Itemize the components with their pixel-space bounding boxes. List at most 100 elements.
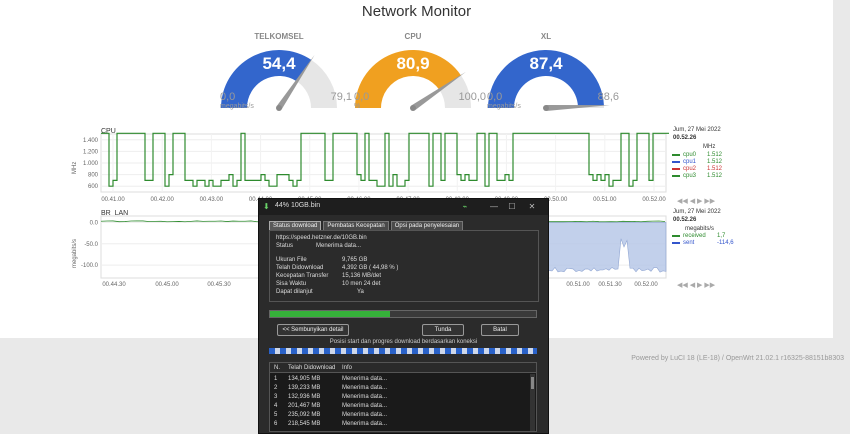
- gauge-label: TELKOMSEL: [254, 32, 304, 41]
- connection-segments-bar: [269, 348, 537, 354]
- table-row[interactable]: 3 132,936 MB Menerima data...: [270, 393, 536, 402]
- row-downloaded: 134,905 MB: [288, 376, 321, 382]
- column-header-downloaded: Telah Didownload: [288, 365, 336, 371]
- row-number: 6: [274, 421, 278, 427]
- dialog-titlebar[interactable]: ⬇ 44% 10GB.bin ⌁ — ☐ ✕: [259, 199, 548, 215]
- cpu-ytick-label: 1.200: [83, 149, 99, 155]
- cpu-xtick-label: 00.51.00: [593, 197, 617, 203]
- maximize-icon[interactable]: ☐: [505, 201, 519, 213]
- time-left-value: 10 men 24 det: [342, 281, 381, 287]
- cpu-chart-unit: MHz: [703, 144, 716, 150]
- legend-cpu2: cpu2 1.512: [672, 166, 722, 172]
- net-xtick-label: 00.51.30: [598, 282, 622, 288]
- gauge-value: 87,4: [529, 54, 563, 73]
- legend-swatch: [672, 168, 680, 170]
- scrollbar-thumb[interactable]: [531, 377, 534, 389]
- hide-details-button[interactable]: << Sembunyikan detail: [277, 324, 349, 336]
- dialog-title: 44% 10GB.bin: [275, 202, 321, 209]
- legend-swatch: [672, 161, 680, 163]
- pause-button[interactable]: Tunda: [422, 324, 464, 336]
- downloaded-value: 4,392 GB ( 44,98 % ): [342, 265, 399, 271]
- table-scrollbar[interactable]: [530, 374, 535, 431]
- cpu-ytick-label: 800: [88, 173, 99, 179]
- column-header-info: Info: [342, 365, 353, 371]
- footer-credits: Powered by LuCI 18 (LE-18) / OpenWrt 21.…: [631, 355, 844, 362]
- cpu-xtick-label: 00.52.00: [642, 197, 666, 203]
- gauge-max: 88,6: [597, 91, 619, 103]
- gauge-unit: megabits/s: [220, 103, 254, 110]
- download-url: https://speed.hetzner.de/10GB.bin: [276, 235, 367, 241]
- resumable-label: Dapat dilanjut: [276, 289, 313, 295]
- table-header: N. Telah Didownload Info: [270, 363, 536, 373]
- net-xtick-label: 00.44.30: [102, 282, 126, 288]
- gauge-unit: megabits/s: [487, 103, 521, 110]
- download-info-panel: https://speed.hetzner.de/10GB.bin Status…: [269, 230, 539, 302]
- gauge-xl: XL 87,4 0,0 88,6 megabits/s: [481, 28, 619, 118]
- downloaded-label: Telah Didownload: [276, 265, 324, 271]
- legend-value: 1,7: [717, 233, 726, 239]
- table-row[interactable]: 5 235,092 MB Menerima data...: [270, 411, 536, 420]
- table-row[interactable]: 2 139,233 MB Menerima data...: [270, 384, 536, 393]
- gauge-needle-hub: [276, 105, 282, 111]
- resumable-value: Ya: [357, 289, 364, 295]
- close-icon[interactable]: ✕: [525, 201, 539, 213]
- legend-name: cpu3: [683, 173, 697, 179]
- gauge-unit: %: [354, 103, 361, 110]
- transfer-rate-label: Kecepatan Transfer: [276, 273, 329, 279]
- gauge-needle-hub: [543, 105, 549, 111]
- row-info: Menerima data...: [342, 412, 388, 418]
- legend-name: cpu0: [683, 152, 697, 158]
- gauge-label: XL: [540, 32, 552, 41]
- gauge-needle: [545, 105, 610, 111]
- net-xtick-label: 00.52.00: [634, 282, 658, 288]
- legend-cpu1: cpu1 1.512: [672, 159, 722, 165]
- legend-cpu3: cpu3 1.512: [672, 173, 722, 179]
- row-number: 5: [274, 412, 278, 418]
- cpu-ytick-label: 1.400: [83, 138, 99, 144]
- legend-value: 1.512: [707, 173, 723, 179]
- row-number: 4: [274, 403, 278, 409]
- legend-swatch: [672, 175, 680, 177]
- row-info: Menerima data...: [342, 376, 388, 382]
- cancel-button[interactable]: Batal: [481, 324, 519, 336]
- cpu-xtick-label: 00.41.00: [101, 197, 125, 203]
- gauge-min: 0,0: [354, 91, 370, 103]
- row-number: 2: [274, 385, 278, 391]
- net-chart-time: 00.52.26: [673, 217, 697, 223]
- net-ytick-label: 0.0: [90, 220, 99, 226]
- row-info: Menerima data...: [342, 385, 388, 391]
- row-downloaded: 132,936 MB: [288, 394, 321, 400]
- legend-received: received 1,7: [672, 233, 725, 239]
- legend-value: 1.512: [707, 152, 723, 158]
- table-row[interactable]: 4 201,467 MB Menerima data...: [270, 402, 536, 411]
- page-title: Network Monitor: [361, 3, 472, 20]
- table-row[interactable]: 6 218,545 MB Menerima data...: [270, 420, 536, 429]
- minimize-icon[interactable]: —: [487, 201, 501, 213]
- legend-sent: sent -114,6: [672, 240, 734, 246]
- net-chart-date: Jum, 27 Mei 2022: [673, 209, 721, 215]
- row-number: 1: [274, 376, 278, 382]
- gauge-min: 0,0: [220, 91, 236, 103]
- legend-swatch: [672, 235, 680, 237]
- legend-value: 1.512: [707, 166, 723, 172]
- download-dialog: ⬇ 44% 10GB.bin ⌁ — ☐ ✕ Status download P…: [258, 198, 549, 434]
- row-info: Menerima data...: [342, 421, 388, 427]
- net-chart-unit: megabits/s: [685, 226, 715, 232]
- gauge-telkomsel: TELKOMSEL 54,4 0,0 79,1 megabits/s: [214, 28, 352, 118]
- cpu-ytick-label: 600: [88, 184, 99, 190]
- cpu-xtick-label: 00.42.00: [151, 197, 175, 203]
- row-downloaded: 139,233 MB: [288, 385, 321, 391]
- cpu-chart-date: Jum, 27 Mei 2022: [673, 127, 721, 133]
- net-chart-nav[interactable]: ◀◀ ◀ ▶ ▶▶: [677, 281, 715, 289]
- row-info: Menerima data...: [342, 403, 388, 409]
- gauge-needle-hub: [410, 105, 416, 111]
- row-info: Menerima data...: [342, 394, 388, 400]
- legend-swatch: [672, 242, 680, 244]
- time-left-label: Sisa Waktu: [276, 281, 307, 287]
- table-row[interactable]: 1 134,905 MB Menerima data...: [270, 375, 536, 384]
- cpu-chart-nav[interactable]: ◀◀ ◀ ▶ ▶▶: [677, 197, 715, 205]
- status-label: Status: [276, 243, 294, 249]
- legend-name: sent: [683, 240, 695, 246]
- net-xtick-label: 00.51.00: [566, 282, 590, 288]
- legend-value: -114,6: [717, 240, 734, 246]
